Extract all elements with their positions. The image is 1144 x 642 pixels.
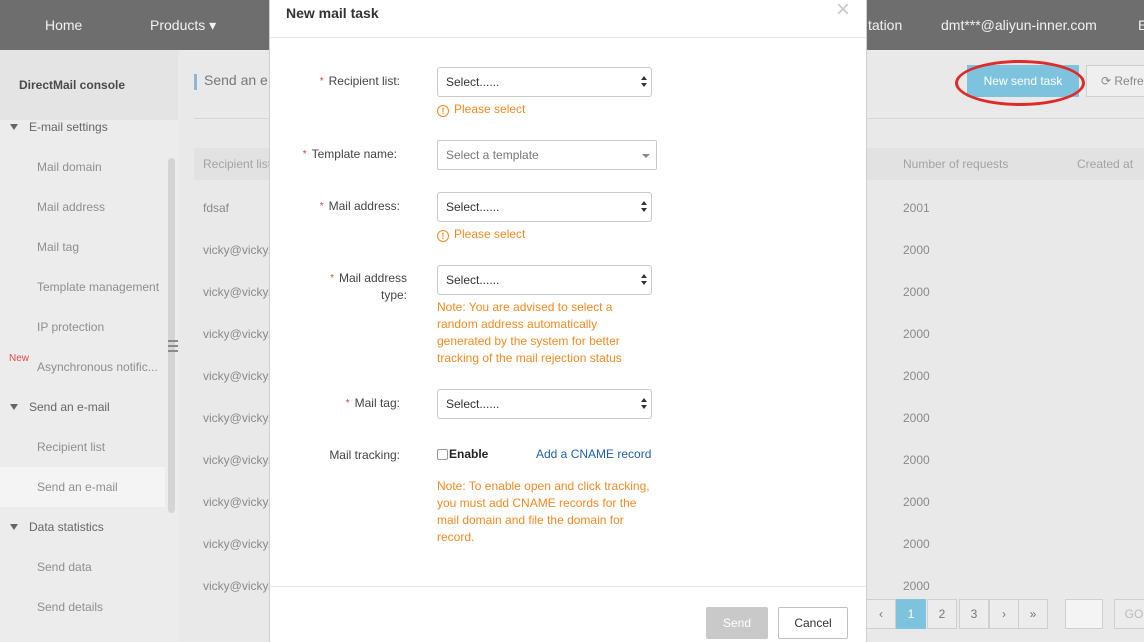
mail-address-type-select[interactable]: Select......	[437, 265, 652, 295]
select-arrows-icon	[641, 398, 647, 410]
template-name-select[interactable]: Select a template	[437, 140, 657, 170]
mail-tracking-label: Mail tracking:	[329, 448, 400, 462]
mail-address-warning: ! Please select	[437, 227, 525, 242]
send-button[interactable]: Send	[706, 607, 768, 639]
select-arrows-icon	[641, 274, 647, 286]
recipient-list-select[interactable]: Select......	[437, 67, 652, 97]
dialog-title: New mail task	[286, 5, 379, 21]
dialog-footer: Send Cancel	[270, 586, 866, 642]
mail-tag-label: * Mail tag:	[345, 396, 400, 410]
mail-address-type-note: Note: You are advised to select a random…	[437, 300, 622, 365]
mail-tracking-note: Note: To enable open and click tracking,…	[437, 479, 650, 544]
dialog-header: New mail task ×	[270, 0, 866, 38]
add-cname-record-link[interactable]: Add a CNAME record	[536, 447, 651, 461]
select-arrows-icon	[641, 76, 647, 88]
enable-tracking-label[interactable]: Enable	[449, 447, 488, 461]
mail-address-select[interactable]: Select......	[437, 192, 652, 222]
chevron-down-icon	[642, 154, 650, 158]
mail-tag-select[interactable]: Select......	[437, 389, 652, 419]
cancel-button[interactable]: Cancel	[778, 607, 848, 639]
template-name-label: * Template name:	[302, 147, 397, 161]
warning-icon: !	[437, 105, 449, 117]
recipient-list-warning: ! Please select	[437, 102, 525, 117]
new-mail-task-dialog: New mail task × * Recipient list: Select.…	[269, 0, 867, 642]
mail-address-label: * Mail address:	[319, 199, 400, 213]
mail-address-type-label: * Mail address type:	[330, 271, 407, 302]
warning-icon: !	[437, 230, 449, 242]
close-icon[interactable]: ×	[836, 0, 850, 22]
select-arrows-icon	[641, 201, 647, 213]
enable-tracking-checkbox[interactable]	[437, 449, 448, 460]
recipient-list-label: * Recipient list:	[319, 74, 400, 88]
